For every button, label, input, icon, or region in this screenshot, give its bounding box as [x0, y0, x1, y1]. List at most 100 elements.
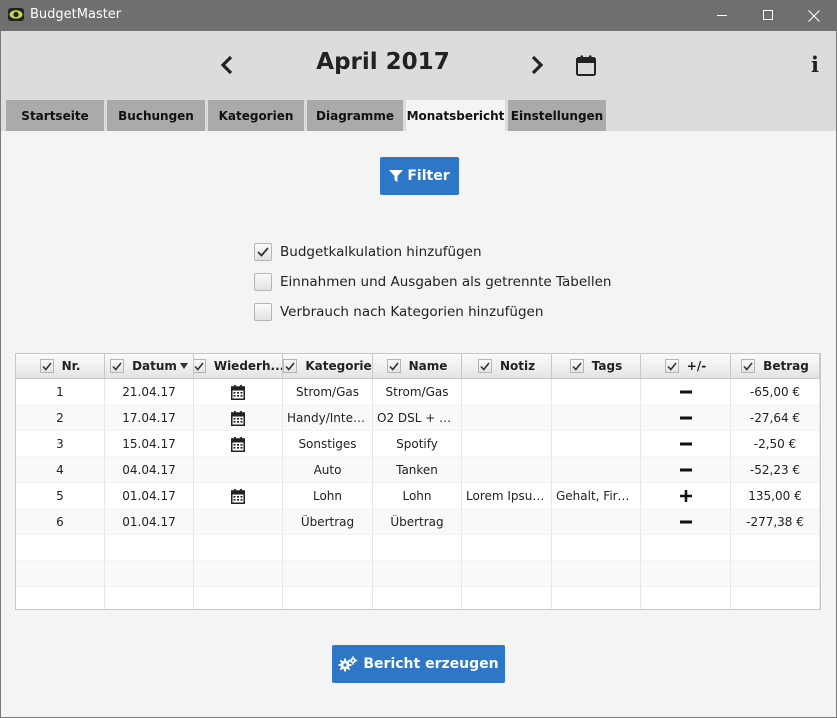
filter-icon: [389, 170, 404, 182]
option-budgetkalkulation[interactable]: Budgetkalkulation hinzufügen: [254, 243, 482, 261]
column-header-tags[interactable]: Tags: [552, 354, 641, 378]
tab-label: Diagramme: [316, 108, 394, 123]
cell-wiederholung: [194, 587, 283, 609]
cell-text: Tanken: [396, 463, 438, 477]
cell-tags: [552, 379, 641, 405]
column-header-label: Notiz: [499, 359, 536, 373]
close-button[interactable]: [791, 0, 837, 31]
minimize-icon: [716, 15, 727, 16]
cell-kategorie: Lohn: [283, 483, 373, 509]
cell-plus-minus: [641, 587, 731, 609]
column-header-label: Tags: [591, 359, 623, 373]
cell-notiz: Lorem Ipsum ...: [462, 483, 552, 509]
column-header-notiz[interactable]: Notiz: [462, 354, 552, 378]
cell-text: 4: [56, 463, 64, 477]
table-row[interactable]: 4 04.04.17 Auto Tanken -52,23 €: [16, 457, 820, 483]
cell-notiz: [462, 431, 552, 457]
cell-nr: [16, 535, 105, 561]
cell-nr: 6: [16, 509, 105, 535]
column-header-betrag[interactable]: Betrag: [731, 354, 820, 378]
column-header-plus-minus[interactable]: +/-: [641, 354, 731, 378]
cell-tags: Gehalt, Firma ...: [552, 483, 641, 509]
cell-nr: 1: [16, 379, 105, 405]
checkbox[interactable]: [254, 303, 272, 321]
cell-betrag: -27,64 €: [731, 405, 820, 431]
cell-text: Strom/Gas: [296, 385, 359, 399]
cell-text: 15.04.17: [122, 437, 176, 451]
empty-table-row: [16, 561, 820, 587]
tab-kategorien[interactable]: Kategorien: [208, 100, 304, 131]
filter-button[interactable]: Filter: [380, 157, 459, 195]
tab-label: Kategorien: [218, 108, 294, 123]
table-row[interactable]: 5 01.04.17 Lohn Lohn Lorem Ipsum ... Gehalt, …: [16, 483, 820, 509]
cell-datum: [105, 535, 194, 561]
empty-table-row: [16, 587, 820, 609]
column-visibility-checkbox[interactable]: [477, 359, 492, 373]
create-report-button[interactable]: Bericht erzeugen: [332, 645, 505, 683]
column-header-nr[interactable]: Nr.: [16, 354, 105, 378]
cell-name: Lohn: [373, 483, 462, 509]
cell-name: Strom/Gas: [373, 379, 462, 405]
create-report-label: Bericht erzeugen: [363, 656, 499, 672]
tab-diagramme[interactable]: Diagramme: [307, 100, 403, 131]
column-header-kategorie[interactable]: Kategorie: [283, 354, 373, 378]
window-titlebar[interactable]: BudgetMaster: [0, 0, 837, 31]
previous-month-button[interactable]: [215, 53, 239, 77]
column-visibility-checkbox[interactable]: [569, 359, 584, 373]
cell-name: Spotify: [373, 431, 462, 457]
cell-betrag: [731, 535, 820, 561]
cell-tags: [552, 457, 641, 483]
cell-text: 01.04.17: [122, 489, 176, 503]
cell-text: 04.04.17: [122, 463, 176, 477]
cell-wiederholung: [194, 535, 283, 561]
cell-datum: 04.04.17: [105, 457, 194, 483]
cell-text: Lorem Ipsum ...: [466, 489, 547, 503]
table-row[interactable]: 3 15.04.17 Sonstiges Spotify -2,50 €: [16, 431, 820, 457]
table-row[interactable]: 2 17.04.17 Handy/Internet O2 DSL + Fes... -2…: [16, 405, 820, 431]
cell-plus-minus: [641, 431, 731, 457]
checkbox[interactable]: [254, 273, 272, 291]
calendar-icon: [231, 410, 245, 426]
column-visibility-checkbox[interactable]: [283, 359, 298, 373]
choose-month-button[interactable]: [574, 53, 598, 77]
option-verbrauch-kategorien[interactable]: Verbrauch nach Kategorien hinzufügen: [254, 303, 543, 321]
option-getrennte-tabellen[interactable]: Einnahmen und Ausgaben als getrennte Tab…: [254, 273, 612, 291]
table-row[interactable]: 1 21.04.17 Strom/Gas Strom/Gas -65,00 €: [16, 379, 820, 405]
column-visibility-checkbox[interactable]: [39, 359, 54, 373]
tab-monatsbericht[interactable]: Monatsbericht: [406, 100, 505, 132]
minimize-button[interactable]: [699, 0, 745, 31]
cell-notiz: [462, 405, 552, 431]
next-month-button[interactable]: [525, 53, 549, 77]
column-visibility-checkbox[interactable]: [194, 359, 206, 373]
tab-einstellungen[interactable]: Einstellungen: [508, 100, 606, 131]
cell-text: Übertrag: [300, 515, 355, 529]
column-visibility-checkbox[interactable]: [741, 359, 756, 373]
tab-startseite[interactable]: Startseite: [6, 100, 104, 131]
cell-tags: [552, 431, 641, 457]
table-row[interactable]: 6 01.04.17 Übertrag Übertrag -277,38 €: [16, 509, 820, 535]
cell-name: [373, 561, 462, 587]
cell-kategorie: Auto: [283, 457, 373, 483]
column-header-wiederholung[interactable]: Wiederh...: [194, 354, 283, 378]
transactions-table[interactable]: Nr. Datum Wiederh... Kategorie Name Notiz Tags…: [15, 353, 821, 610]
cell-plus-minus: [641, 379, 731, 405]
checkmark-icon: [112, 362, 122, 371]
maximize-button[interactable]: [745, 0, 791, 31]
column-visibility-checkbox[interactable]: [386, 359, 401, 373]
cell-text: -277,38 €: [746, 515, 804, 529]
cell-notiz: [462, 561, 552, 587]
column-header-name[interactable]: Name: [373, 354, 462, 378]
info-icon[interactable]: i: [807, 51, 823, 77]
calendar-icon: [231, 384, 245, 400]
column-header-datum[interactable]: Datum: [105, 354, 194, 378]
checkmark-icon: [389, 362, 399, 371]
checkbox[interactable]: [254, 243, 272, 261]
cell-tags: [552, 535, 641, 561]
column-header-label: Nr.: [61, 359, 81, 373]
table-header: Nr. Datum Wiederh... Kategorie Name Notiz Tags…: [16, 354, 820, 379]
cell-wiederholung: [194, 509, 283, 535]
column-visibility-checkbox[interactable]: [110, 359, 125, 373]
gears-icon: [338, 656, 358, 672]
column-visibility-checkbox[interactable]: [664, 359, 679, 373]
tab-buchungen[interactable]: Buchungen: [107, 100, 205, 131]
